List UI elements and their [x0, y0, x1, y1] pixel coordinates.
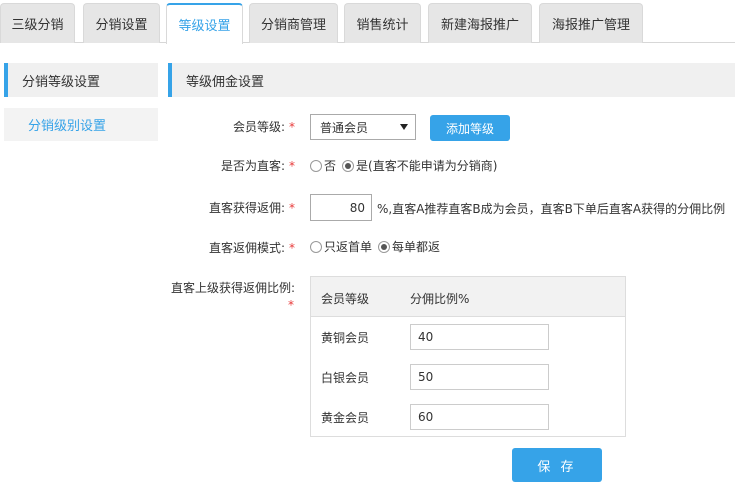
rebate-mode-option-first-label: 只返首单: [324, 240, 373, 254]
row-level-label: 黄金会员: [321, 411, 370, 425]
row-level-label: 白银会员: [321, 371, 370, 385]
required-mark: *: [289, 159, 295, 173]
member-level-selected: 普通会员: [320, 120, 369, 135]
required-mark: *: [289, 120, 295, 134]
rebate-mode-option-first[interactable]: 只返首单: [310, 238, 372, 255]
gold-ratio-input[interactable]: [410, 404, 549, 430]
sidebar-header-label: 分销等级设置: [22, 74, 101, 90]
rebate-mode-label-text: 直客返佣模式:: [208, 241, 285, 255]
silver-ratio-input[interactable]: [410, 364, 549, 390]
chevron-down-icon: [400, 124, 408, 130]
upper-rebate-label-text: 直客上级获得返佣比例:: [170, 281, 295, 295]
radio-unchecked-icon[interactable]: [310, 240, 322, 253]
tab-sales-statistics[interactable]: 销售统计: [344, 3, 421, 43]
table-row: 白银会员: [311, 357, 625, 397]
upper-rebate-table: 会员等级 分佣比例% 黄铜会员 白银会员 黄金会员: [310, 276, 626, 437]
sidebar-item-label: 分销级别设置: [28, 119, 107, 134]
tab-distribution-settings[interactable]: 分销设置: [83, 3, 160, 43]
sidebar-item-level-settings[interactable]: 分销级别设置: [4, 108, 158, 141]
table-row: 黄金会员: [311, 397, 625, 437]
is-direct-option-yes[interactable]: 是(直客不能申请为分销商): [342, 157, 497, 174]
radio-checked-icon[interactable]: [378, 240, 391, 253]
row-level-label: 黄铜会员: [321, 331, 370, 345]
save-button[interactable]: 保 存: [512, 448, 602, 482]
upper-rebate-label: 直客上级获得返佣比例: *: [150, 280, 295, 314]
is-direct-label-text: 是否为直客:: [220, 159, 285, 173]
tab-poster-management[interactable]: 海报推广管理: [539, 3, 643, 43]
required-mark: *: [289, 201, 295, 215]
direct-rebate-note: %,直客A推荐直客B成为会员，直客B下单后直客A获得的分佣比例: [377, 202, 726, 216]
is-direct-option-no[interactable]: 否: [310, 157, 336, 174]
tab-new-poster[interactable]: 新建海报推广: [428, 3, 532, 43]
is-direct-option-no-label: 否: [324, 159, 337, 173]
column-header-ratio: 分佣比例%: [410, 292, 470, 306]
column-header-level: 会员等级: [321, 292, 370, 306]
sidebar-header: 分销等级设置: [4, 63, 158, 97]
member-level-label-text: 会员等级:: [232, 120, 285, 134]
bronze-ratio-input[interactable]: [410, 324, 549, 350]
add-level-button[interactable]: 添加等级: [430, 115, 510, 141]
panel-title: 等级佣金设置: [186, 74, 265, 90]
rebate-mode-option-every-label: 每单都返: [392, 240, 441, 254]
rebate-mode-radio-group: 只返首单 每单都返: [310, 238, 446, 255]
required-mark: *: [288, 298, 294, 312]
is-direct-label: 是否为直客: *: [155, 157, 295, 174]
tab-three-level[interactable]: 三级分销: [0, 3, 75, 43]
member-level-select[interactable]: 普通会员: [310, 114, 416, 140]
table-row: 黄铜会员: [311, 317, 625, 357]
member-level-label: 会员等级: *: [155, 118, 295, 135]
panel-header: 等级佣金设置: [168, 63, 735, 97]
tab-level-settings[interactable]: 等级设置: [166, 3, 243, 44]
rebate-mode-label: 直客返佣模式: *: [155, 239, 295, 256]
is-direct-option-yes-label: 是(直客不能申请为分销商): [356, 159, 498, 173]
direct-rebate-input[interactable]: [310, 194, 372, 221]
rebate-mode-option-every[interactable]: 每单都返: [378, 238, 440, 255]
direct-rebate-label: 直客获得返佣: *: [155, 199, 295, 216]
radio-checked-icon[interactable]: [342, 159, 355, 172]
required-mark: *: [289, 241, 295, 255]
tab-distributor-management[interactable]: 分销商管理: [249, 3, 338, 43]
tab-bar: 三级分销 分销设置 等级设置 分销商管理 销售统计 新建海报推广 海报推广管理: [0, 0, 735, 44]
table-header: 会员等级 分佣比例%: [311, 277, 625, 317]
radio-unchecked-icon[interactable]: [310, 159, 322, 172]
direct-rebate-label-text: 直客获得返佣:: [208, 201, 285, 215]
is-direct-radio-group: 否 是(直客不能申请为分销商): [310, 157, 503, 174]
